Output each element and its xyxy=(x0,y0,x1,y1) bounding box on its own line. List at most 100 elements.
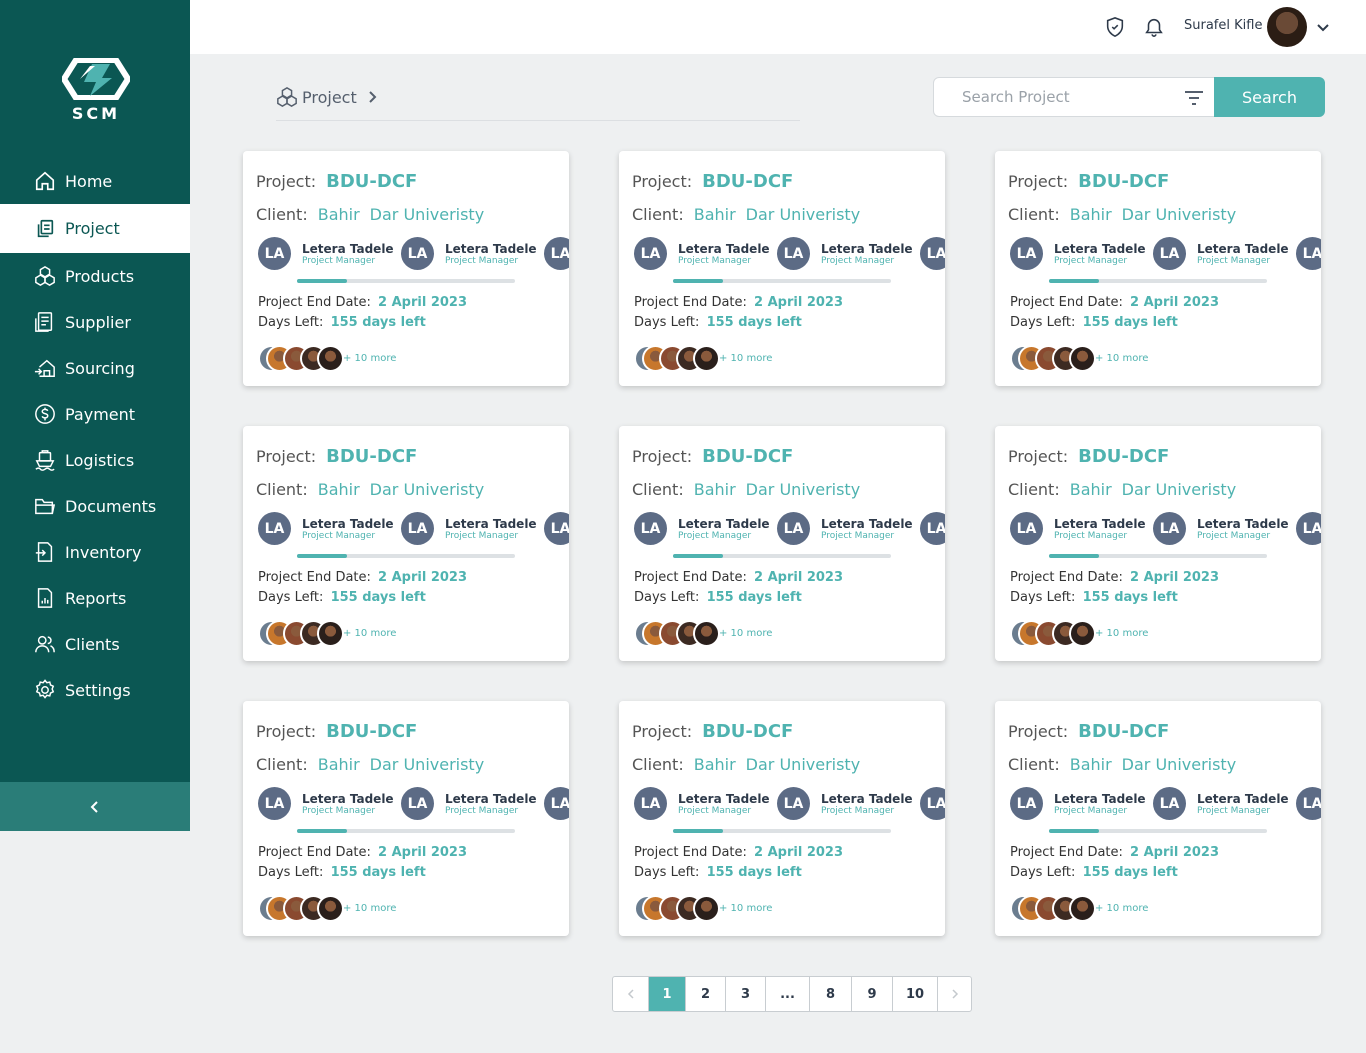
end-date-value: 2 April 2023 xyxy=(378,845,468,860)
avatar: LA xyxy=(1010,237,1043,270)
page-button[interactable]: 1 xyxy=(649,977,686,1011)
member-item[interactable]: LA xyxy=(1296,512,1321,545)
sidebar-item-home[interactable]: Home xyxy=(0,158,190,204)
end-date-value: 2 April 2023 xyxy=(1130,295,1220,310)
project-card[interactable]: Project: BDU-DCF Client: Bahir Dar Univerist… xyxy=(995,701,1321,936)
project-card[interactable]: Project: BDU-DCF Client: Bahir Dar Univerist… xyxy=(619,426,945,661)
progress-fill xyxy=(297,829,348,833)
reports-icon xyxy=(34,587,56,609)
end-date-line: Project End Date: 2 April 2023 xyxy=(1010,295,1219,310)
prev-page-button[interactable] xyxy=(613,977,649,1011)
client-label: Client: xyxy=(1008,480,1060,499)
more-members-link[interactable]: + 10 more xyxy=(343,903,396,914)
member-item[interactable]: LA xyxy=(920,237,945,270)
client-label: Client: xyxy=(1008,205,1060,224)
project-card[interactable]: Project: BDU-DCF Client: Bahir Dar Univerist… xyxy=(243,701,569,936)
bell-icon[interactable] xyxy=(1143,16,1165,42)
member-item[interactable]: LA Letera Tadele Project Manager xyxy=(401,237,537,270)
sidebar-item-project[interactable]: Project xyxy=(0,204,190,253)
member-item[interactable]: LA xyxy=(1296,237,1321,270)
next-page-button[interactable] xyxy=(938,977,971,1011)
member-item[interactable]: LA Letera Tadele Project Manager xyxy=(634,512,770,545)
member-item[interactable]: LA Letera Tadele Project Manager xyxy=(401,512,537,545)
sidebar-item-sourcing[interactable]: Sourcing xyxy=(0,345,190,391)
sidebar-item-payment[interactable]: Payment xyxy=(0,391,190,437)
project-card[interactable]: Project: BDU-DCF Client: Bahir Dar Univerist… xyxy=(619,701,945,936)
more-members-link[interactable]: + 10 more xyxy=(719,353,772,364)
user-avatar[interactable] xyxy=(1267,7,1307,47)
member-item[interactable]: LA xyxy=(544,237,569,270)
client-name-part: Dar Univeristy xyxy=(1121,755,1237,774)
sidebar-item-documents[interactable]: Documents xyxy=(0,483,190,529)
search-input[interactable] xyxy=(934,78,1164,116)
member-item[interactable]: LA xyxy=(1296,787,1321,820)
payment-icon xyxy=(34,403,56,425)
shield-icon[interactable] xyxy=(1104,16,1126,42)
days-left-label: Days Left: xyxy=(634,865,700,880)
member-item[interactable]: LA Letera Tadele Project Manager xyxy=(1010,512,1146,545)
chevron-down-icon[interactable] xyxy=(1316,19,1330,38)
page-button[interactable]: 2 xyxy=(686,977,726,1011)
more-members-link[interactable]: + 10 more xyxy=(1095,903,1148,914)
client-label: Client: xyxy=(256,480,308,499)
project-label: Project: xyxy=(632,447,693,466)
search-button[interactable]: Search xyxy=(1214,77,1325,117)
chevron-right-icon xyxy=(951,989,958,999)
progress-fill xyxy=(673,829,724,833)
page-button[interactable]: 9 xyxy=(852,977,893,1011)
end-date-label: Project End Date: xyxy=(634,845,747,860)
more-members-link[interactable]: + 10 more xyxy=(1095,628,1148,639)
avatar: LA xyxy=(920,512,945,545)
member-item[interactable]: LA Letera Tadele Project Manager xyxy=(258,787,394,820)
member-item[interactable]: LA xyxy=(920,787,945,820)
member-item[interactable]: LA Letera Tadele Project Manager xyxy=(634,787,770,820)
sidebar-item-supplier[interactable]: Supplier xyxy=(0,299,190,345)
avatar: LA xyxy=(1153,787,1186,820)
member-item[interactable]: LA xyxy=(544,787,569,820)
member-item[interactable]: LA Letera Tadele Project Manager xyxy=(258,237,394,270)
project-card[interactable]: Project: BDU-DCF Client: Bahir Dar Univerist… xyxy=(995,151,1321,386)
member-item[interactable]: LA Letera Tadele Project Manager xyxy=(401,787,537,820)
sidebar-item-settings[interactable]: Settings xyxy=(0,667,190,713)
member-name: Letera Tadele xyxy=(302,241,394,256)
page-button[interactable]: 8 xyxy=(810,977,852,1011)
sidebar-item-logistics[interactable]: Logistics xyxy=(0,437,190,483)
member-item[interactable]: LA Letera Tadele Project Manager xyxy=(777,512,913,545)
more-members-link[interactable]: + 10 more xyxy=(343,353,396,364)
sidebar-item-clients[interactable]: Clients xyxy=(0,621,190,667)
project-card[interactable]: Project: BDU-DCF Client: Bahir Dar Univerist… xyxy=(243,151,569,386)
more-members-link[interactable]: + 10 more xyxy=(343,628,396,639)
filter-icon[interactable] xyxy=(1184,89,1204,111)
member-item[interactable]: LA Letera Tadele Project Manager xyxy=(777,237,913,270)
progress-bar xyxy=(297,554,515,558)
member-item[interactable]: LA Letera Tadele Project Manager xyxy=(258,512,394,545)
sidebar-item-reports[interactable]: Reports xyxy=(0,575,190,621)
member-item[interactable]: LA Letera Tadele Project Manager xyxy=(1010,237,1146,270)
more-members-link[interactable]: + 10 more xyxy=(1095,353,1148,364)
more-members-link[interactable]: + 10 more xyxy=(719,628,772,639)
more-members-link[interactable]: + 10 more xyxy=(719,903,772,914)
project-card[interactable]: Project: BDU-DCF Client: Bahir Dar Univerist… xyxy=(619,151,945,386)
breadcrumb-label[interactable]: Project xyxy=(302,88,357,107)
member-name: Letera Tadele xyxy=(1197,791,1289,806)
member-item[interactable]: LA Letera Tadele Project Manager xyxy=(1010,787,1146,820)
collapse-sidebar-button[interactable] xyxy=(0,782,190,831)
page-button[interactable]: 3 xyxy=(726,977,766,1011)
member-item[interactable]: LA Letera Tadele Project Manager xyxy=(1153,237,1289,270)
member-item[interactable]: LA Letera Tadele Project Manager xyxy=(1153,512,1289,545)
page-button[interactable]: 10 xyxy=(893,977,938,1011)
member-item[interactable]: LA xyxy=(920,512,945,545)
team-avatar xyxy=(317,895,344,922)
sidebar-item-inventory[interactable]: Inventory xyxy=(0,529,190,575)
user-name[interactable]: Surafel Kifle xyxy=(1184,18,1262,33)
member-item[interactable]: LA Letera Tadele Project Manager xyxy=(777,787,913,820)
sidebar-item-products[interactable]: Products xyxy=(0,253,190,299)
avatar: LA xyxy=(1010,512,1043,545)
member-item[interactable]: LA Letera Tadele Project Manager xyxy=(634,237,770,270)
project-card[interactable]: Project: BDU-DCF Client: Bahir Dar Univerist… xyxy=(995,426,1321,661)
member-item[interactable]: LA Letera Tadele Project Manager xyxy=(1153,787,1289,820)
project-card[interactable]: Project: BDU-DCF Client: Bahir Dar Univerist… xyxy=(243,426,569,661)
project-label: Project: xyxy=(1008,172,1069,191)
avatar: LA xyxy=(258,787,291,820)
member-item[interactable]: LA xyxy=(544,512,569,545)
